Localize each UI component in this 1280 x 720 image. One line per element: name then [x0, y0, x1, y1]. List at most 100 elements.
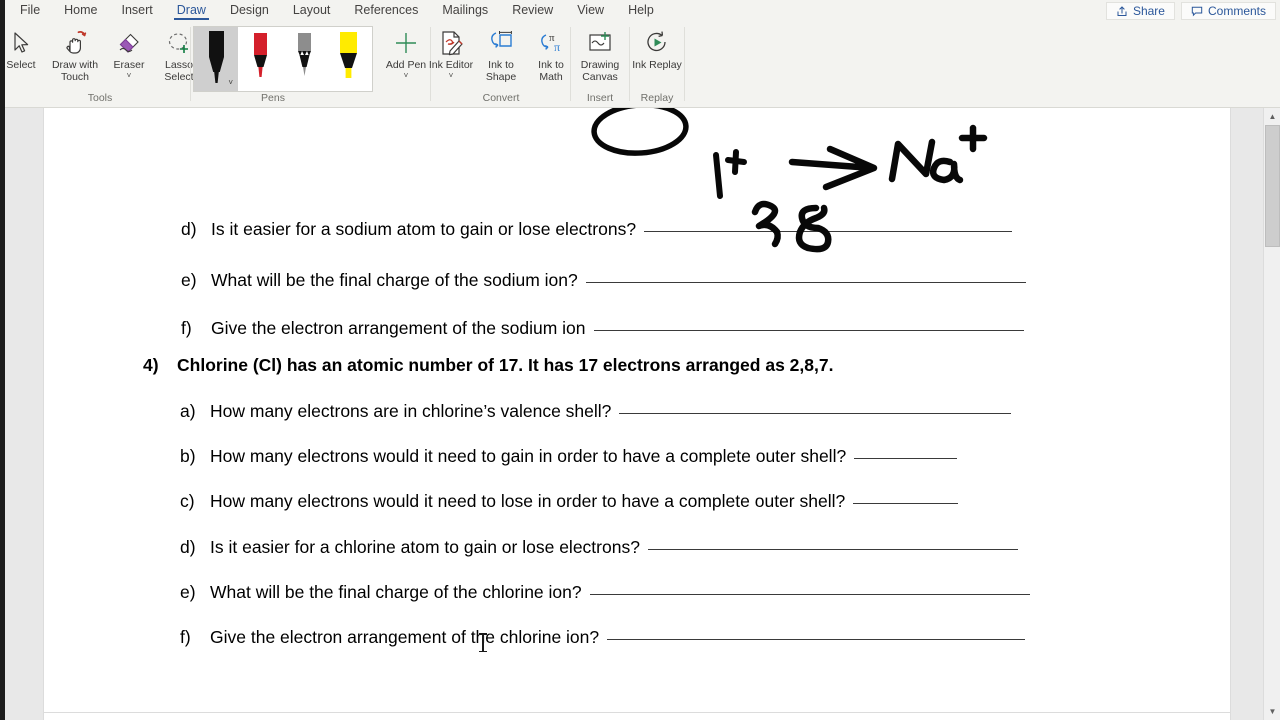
- draw-with-touch-button[interactable]: Draw with Touch: [46, 24, 104, 83]
- add-pen-button[interactable]: Add Pen ˅: [381, 24, 431, 80]
- document-scroll-area[interactable]: d) Is it easier for a sodium atom to gain…: [0, 108, 1280, 720]
- ink-circle-around-lose: [591, 108, 689, 156]
- tab-draw[interactable]: Draw: [165, 0, 218, 21]
- ribbon-tab-bar: File Home Insert Draw Design Layout Refe…: [0, 0, 1280, 21]
- ribbon-body: Select Draw with Touch Eraser ˅ Lasso Se…: [0, 21, 1280, 108]
- question-4d: d) Is it easier for a chlorine atom to ga…: [180, 537, 1280, 558]
- ink-to-math-icon: π π: [537, 28, 565, 58]
- tab-review[interactable]: Review: [500, 0, 565, 21]
- text-cursor: [479, 633, 486, 652]
- question-4e-letter: e): [180, 582, 196, 602]
- chevron-down-icon[interactable]: ˅: [127, 71, 132, 80]
- select-label: Select: [6, 59, 36, 71]
- tab-insert[interactable]: Insert: [110, 0, 165, 21]
- word-window: File Home Insert Draw Design Layout Refe…: [0, 0, 1280, 720]
- tab-home[interactable]: Home: [52, 0, 109, 21]
- tab-mailings[interactable]: Mailings: [430, 0, 500, 21]
- answer-blank-3e[interactable]: [585, 282, 1026, 283]
- question-3e-text: What will be the final charge of the sod…: [211, 270, 578, 290]
- answer-blank-4c[interactable]: [853, 503, 959, 504]
- tab-view[interactable]: View: [565, 0, 616, 21]
- answer-blank-4a[interactable]: [619, 413, 1012, 414]
- chevron-down-icon[interactable]: ˅: [404, 71, 409, 80]
- ink-to-math-button[interactable]: π π Ink to Math: [526, 24, 576, 83]
- eraser-icon: [115, 28, 143, 58]
- question-3f-letter: f): [181, 318, 192, 338]
- document-page-2[interactable]: [44, 713, 1230, 720]
- ink-replay-label: Ink Replay: [632, 59, 682, 71]
- drawing-canvas-label: Drawing Canvas: [580, 59, 620, 83]
- comments-label: Comments: [1207, 3, 1266, 18]
- window-left-edge: [0, 0, 5, 720]
- document-page-1[interactable]: d) Is it easier for a sodium atom to gain…: [44, 108, 1230, 720]
- ribbon-group-insert: Drawing Canvas Insert: [572, 21, 628, 108]
- scrollbar-thumb[interactable]: [1265, 125, 1280, 247]
- ribbon-group-label-convert: Convert: [482, 92, 520, 104]
- answer-blank-4e[interactable]: [589, 594, 1030, 595]
- pencil-gray[interactable]: [282, 27, 326, 91]
- scroll-up-arrow-icon[interactable]: ▲: [1264, 108, 1280, 125]
- ink-editor-icon: [437, 28, 465, 58]
- question-3d: d) Is it easier for a sodium atom to gain…: [181, 219, 1280, 240]
- question-4f: f) Give the electron arrangement of the c…: [180, 627, 1280, 648]
- share-button[interactable]: Share: [1105, 1, 1175, 20]
- pen-gallery[interactable]: ˅: [193, 26, 373, 92]
- ink-to-math-label: Ink to Math: [538, 59, 564, 83]
- tab-references[interactable]: References: [342, 0, 430, 21]
- comments-button[interactable]: Comments: [1180, 1, 1276, 20]
- question-4a-text: How many electrons are in chlorine’s val…: [210, 401, 612, 421]
- lasso-select-icon: [165, 28, 193, 58]
- pen-options-chevron-icon[interactable]: ˅: [228, 78, 233, 87]
- select-button[interactable]: Select: [0, 24, 46, 72]
- drawing-canvas-button[interactable]: Drawing Canvas: [571, 24, 629, 83]
- ink-replay-button[interactable]: Ink Replay: [632, 24, 682, 72]
- answer-blank-4f[interactable]: [607, 639, 1026, 640]
- question-4c-text: How many electrons would it need to lose…: [210, 491, 846, 511]
- question-4e-text: What will be the final charge of the chl…: [210, 582, 582, 602]
- vertical-scrollbar[interactable]: ▲ ▼: [1263, 108, 1280, 720]
- tab-layout[interactable]: Layout: [281, 0, 343, 21]
- ink-replay-icon: [643, 28, 671, 58]
- ink-editor-button[interactable]: Ink Editor ˅: [426, 24, 476, 80]
- share-icon: [1116, 5, 1128, 17]
- answer-blank-4d[interactable]: [647, 549, 1018, 550]
- question-4b-letter: b): [180, 446, 196, 466]
- ribbon-group-replay: Ink Replay Replay: [631, 21, 683, 108]
- question-4f-letter: f): [180, 627, 191, 647]
- ink-handwritten-1-plus: [713, 149, 747, 199]
- comment-bubble-icon: [1191, 5, 1203, 17]
- question-3d-text: Is it easier for a sodium atom to gain o…: [211, 219, 637, 239]
- ink-editor-label: Ink Editor: [428, 59, 474, 71]
- question-4c: c) How many electrons would it need to lo…: [180, 491, 1280, 512]
- chevron-down-icon[interactable]: ˅: [449, 71, 454, 80]
- question-3f-text: Give the electron arrangement of the sod…: [211, 318, 586, 338]
- question-3e-letter: e): [181, 270, 197, 290]
- tab-file[interactable]: File: [8, 0, 52, 21]
- answer-blank-4b[interactable]: [854, 458, 958, 459]
- answer-blank-3f[interactable]: [593, 330, 1024, 331]
- eraser-label: Eraser: [113, 59, 145, 71]
- tab-help[interactable]: Help: [616, 0, 666, 21]
- eraser-button[interactable]: Eraser ˅: [104, 24, 154, 80]
- question-4c-letter: c): [180, 491, 195, 511]
- ribbon-group-separator: [684, 27, 685, 101]
- tab-design[interactable]: Design: [218, 0, 281, 21]
- pen-black[interactable]: ˅: [194, 27, 238, 91]
- scroll-down-arrow-icon[interactable]: ▼: [1264, 703, 1280, 720]
- question-4-number: 4): [143, 355, 159, 375]
- ink-to-shape-label: Ink to Shape: [485, 59, 517, 83]
- answer-blank-3d[interactable]: [644, 231, 1013, 232]
- highlighter-yellow[interactable]: [326, 27, 370, 91]
- ribbon-group-pens: ˅ Add Pen ˅ Pens: [192, 21, 432, 108]
- ribbon-tab-bar-right: Share Comments: [1105, 0, 1276, 21]
- add-pen-label: Add Pen: [385, 59, 427, 71]
- ribbon: File Home Insert Draw Design Layout Refe…: [0, 0, 1280, 108]
- ribbon-group-separator: [629, 27, 630, 101]
- pen-red[interactable]: [238, 27, 282, 91]
- draw-with-touch-label: Draw with Touch: [51, 59, 99, 83]
- ink-handwritten-na-plus: [888, 124, 988, 184]
- question-4b-text: How many electrons would it need to gain…: [210, 446, 847, 466]
- ink-to-shape-button[interactable]: Ink to Shape: [476, 24, 526, 83]
- hand-draw-icon: [61, 28, 89, 58]
- ribbon-group-separator: [190, 27, 191, 101]
